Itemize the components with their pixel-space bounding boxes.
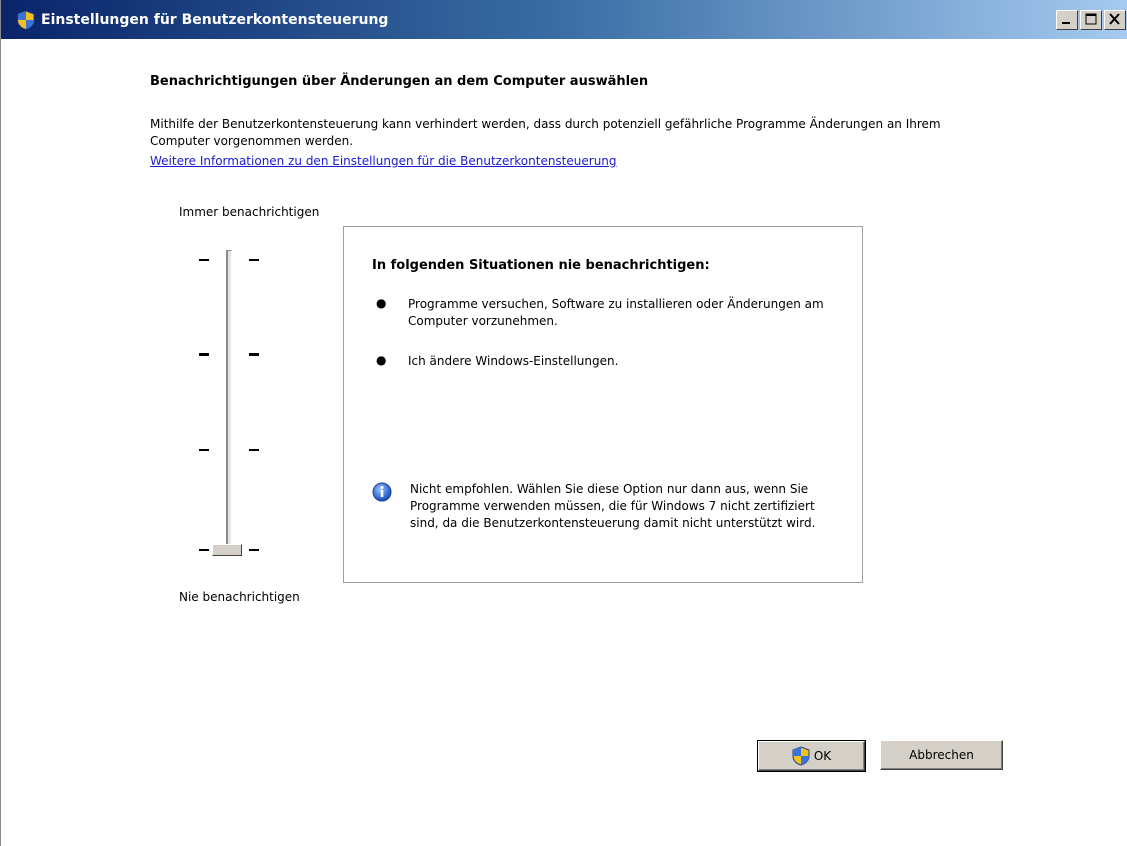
warning-text: Nicht empfohlen. Wählen Sie diese Option… (410, 482, 816, 530)
cancel-button[interactable]: Abbrechen (880, 740, 1003, 770)
ok-button[interactable]: OK (757, 740, 866, 772)
slider-thumb[interactable] (212, 544, 242, 556)
title-bar[interactable]: Einstellungen für Benutzerkontensteuerun… (1, 0, 1127, 40)
slider-bottom-label: Nie benachrichtigen (179, 590, 300, 604)
slider-track[interactable] (226, 250, 232, 555)
close-icon (1109, 13, 1120, 25)
bullet-dot: ● (376, 353, 387, 367)
close-button[interactable] (1104, 10, 1126, 30)
slider-top-label: Immer benachrichtigen (179, 205, 320, 219)
maximize-button[interactable] (1080, 10, 1102, 30)
info-icon (372, 482, 392, 502)
more-info-link[interactable]: Weitere Informationen zu den Einstellung… (150, 154, 617, 168)
notification-level-slider[interactable] (191, 240, 271, 570)
bullet-dot: ● (376, 296, 387, 310)
minimize-icon (1062, 22, 1070, 24)
bullet-text: Ich ändere Windows-Einstellungen. (408, 354, 619, 368)
slider-tick (249, 449, 259, 451)
slider-tick (249, 353, 259, 356)
cancel-button-label: Abbrechen (909, 748, 974, 762)
level-description-panel: In folgenden Situationen nie benachricht… (343, 226, 863, 583)
window-title: Einstellungen für Benutzerkontensteuerun… (41, 12, 389, 28)
slider-tick (199, 549, 209, 551)
slider-tick (249, 549, 259, 551)
uac-settings-window: Einstellungen für Benutzerkontensteuerun… (0, 0, 1127, 846)
ok-button-label: OK (813, 749, 832, 763)
description-text: Mithilfe der Benutzerkontensteuerung kan… (150, 117, 941, 148)
slider-tick (199, 259, 209, 261)
maximize-icon (1085, 13, 1097, 25)
minimize-button[interactable] (1056, 10, 1078, 30)
page-heading: Benachrichtigungen über Änderungen an de… (150, 74, 649, 89)
uac-shield-icon (17, 10, 35, 30)
panel-title: In folgenden Situationen nie benachricht… (372, 258, 710, 273)
uac-shield-icon (792, 746, 810, 766)
slider-tick (199, 449, 209, 451)
slider-tick (199, 353, 209, 356)
title-buttons (1056, 10, 1126, 30)
slider-tick (249, 259, 259, 261)
bullet-text: Programme versuchen, Software zu install… (408, 297, 824, 328)
